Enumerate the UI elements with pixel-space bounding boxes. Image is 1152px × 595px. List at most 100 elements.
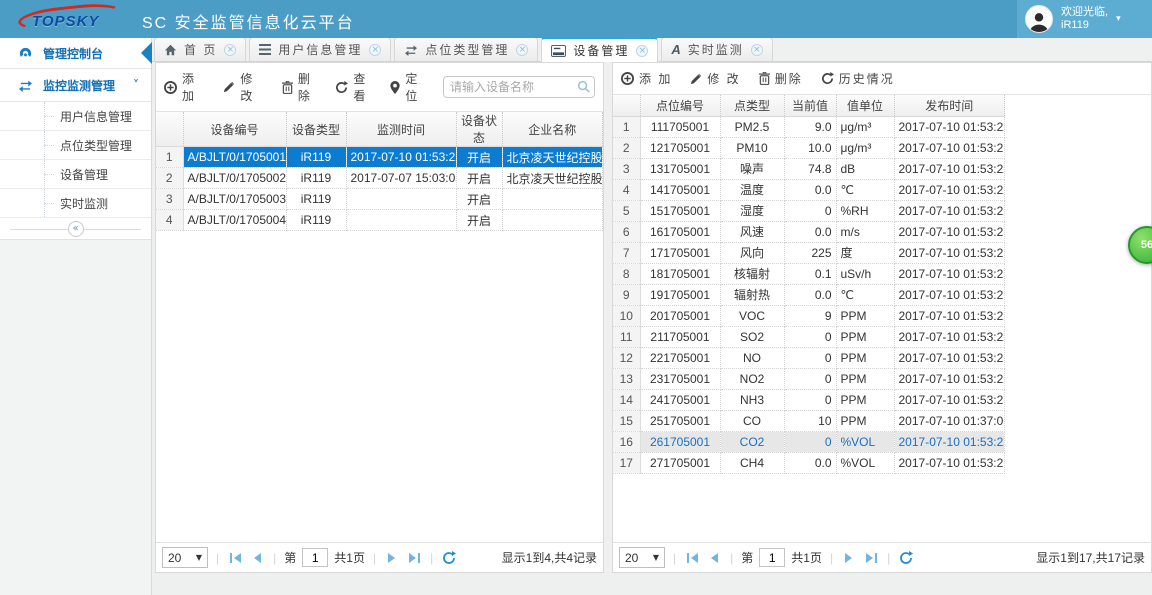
divider: | bbox=[730, 550, 734, 565]
prev-page-button[interactable] bbox=[706, 550, 722, 566]
col-monitor-time[interactable]: 监测时间 bbox=[346, 112, 457, 147]
close-icon[interactable]: × bbox=[636, 44, 649, 57]
page-size-select[interactable]: 20 ▼ bbox=[619, 547, 665, 568]
tab-device-mgmt[interactable]: 设备管理 × bbox=[541, 37, 659, 62]
history-button[interactable]: 历史情况 bbox=[821, 70, 895, 87]
reload-icon[interactable] bbox=[898, 550, 914, 566]
col-company[interactable]: 企业名称 bbox=[502, 112, 603, 147]
unit-cell: ℃ bbox=[836, 284, 895, 306]
point-type-cell: CO bbox=[720, 410, 785, 432]
delete-button[interactable]: 删除 bbox=[281, 70, 317, 104]
close-icon[interactable]: × bbox=[750, 43, 763, 56]
col-unit[interactable]: 值单位 bbox=[836, 95, 895, 117]
point-table-row[interactable]: 17 271705001 CH4 0.0 %VOL 2017-07-10 01:… bbox=[613, 452, 1005, 474]
device-table-row[interactable]: 2 A/BJLT/0/1705002 iR119 2017-07-07 15:0… bbox=[156, 167, 603, 189]
first-page-button[interactable] bbox=[227, 550, 243, 566]
row-number: 11 bbox=[613, 326, 641, 348]
reload-icon[interactable] bbox=[441, 550, 457, 566]
close-icon[interactable]: × bbox=[516, 43, 529, 56]
point-table-area: 点位编号 点类型 当前值 值单位 发布时间 1 111705001 PM2.5 … bbox=[613, 95, 1151, 542]
col-rownum[interactable] bbox=[156, 112, 184, 147]
point-id-cell: 111705001 bbox=[640, 116, 721, 138]
point-table-row[interactable]: 3 131705001 噪声 74.8 dB 2017-07-10 01:53:… bbox=[613, 158, 1005, 180]
publish-time-cell: 2017-07-10 01:53:21 bbox=[894, 221, 1005, 243]
sidebar-item-realtime[interactable]: 实时监测 bbox=[0, 189, 151, 218]
point-table-row[interactable]: 10 201705001 VOC 9 PPM 2017-07-10 01:53:… bbox=[613, 305, 1005, 327]
sidebar-group-monitoring[interactable]: 监控监测管理 ˅ bbox=[0, 69, 151, 102]
page-total-label: 共1页 bbox=[791, 551, 822, 565]
publish-time-cell: 2017-07-10 01:53:22 bbox=[894, 326, 1005, 348]
monitor-time-cell: 2017-07-10 01:53:22 bbox=[346, 146, 457, 168]
col-device-status[interactable]: 设备状态 bbox=[456, 112, 503, 147]
close-icon[interactable]: × bbox=[369, 43, 382, 56]
point-table-row[interactable]: 8 181705001 核辐射 0.1 uSv/h 2017-07-10 01:… bbox=[613, 263, 1005, 285]
page-number-input[interactable] bbox=[302, 548, 329, 567]
point-table-row[interactable]: 11 211705001 SO2 0 PPM 2017-07-10 01:53:… bbox=[613, 326, 1005, 348]
unit-cell: ℃ bbox=[836, 179, 895, 201]
company-cell: 北京凌天世纪控股股份有限公司 bbox=[502, 167, 603, 189]
locate-button[interactable]: 定位 bbox=[390, 70, 425, 104]
device-table-row[interactable]: 4 A/BJLT/0/1705004 iR119 开启 bbox=[156, 209, 603, 231]
edit-button[interactable]: 修 改 bbox=[690, 70, 740, 87]
view-button[interactable]: 查看 bbox=[335, 70, 372, 104]
col-current-value[interactable]: 当前值 bbox=[784, 95, 837, 117]
last-page-button[interactable] bbox=[863, 550, 879, 566]
point-table-row[interactable]: 5 151705001 湿度 0 %RH 2017-07-10 01:53:22 bbox=[613, 200, 1005, 222]
col-rownum[interactable] bbox=[613, 95, 641, 117]
point-table-row[interactable]: 16 261705001 CO2 0 %VOL 2017-07-10 01:53… bbox=[613, 431, 1005, 453]
sidebar-item-console[interactable]: 管理控制台 bbox=[0, 38, 152, 69]
point-type-cell: 核辐射 bbox=[720, 263, 785, 285]
device-table-row[interactable]: 3 A/BJLT/0/1705003 iR119 开启 bbox=[156, 188, 603, 210]
prev-page-button[interactable] bbox=[249, 550, 265, 566]
tab-home[interactable]: 首 页 × bbox=[154, 37, 247, 61]
point-table-row[interactable]: 9 191705001 辐射热 0.0 ℃ 2017-07-10 01:53:2… bbox=[613, 284, 1005, 306]
point-table-row[interactable]: 12 221705001 NO 0 PPM 2017-07-10 01:53:2… bbox=[613, 347, 1005, 369]
tab-user-info[interactable]: 用户信息管理 × bbox=[249, 37, 392, 61]
page-size-select[interactable]: 20 ▼ bbox=[162, 547, 208, 568]
point-toolbar: 添 加 修 改 删除 历史情况 bbox=[613, 63, 1151, 95]
divider: | bbox=[673, 550, 677, 565]
next-page-button[interactable] bbox=[841, 550, 857, 566]
page-number-input[interactable] bbox=[759, 548, 786, 567]
point-table-row[interactable]: 13 231705001 NO2 0 PPM 2017-07-10 01:53:… bbox=[613, 368, 1005, 390]
point-id-cell: 161705001 bbox=[640, 221, 721, 243]
delete-button[interactable]: 删除 bbox=[758, 70, 803, 87]
device-table-row[interactable]: 1 A/BJLT/0/1705001 iR119 2017-07-10 01:5… bbox=[156, 146, 603, 168]
col-device-type[interactable]: 设备类型 bbox=[286, 112, 347, 147]
sidebar-collapse-bar[interactable]: « bbox=[0, 218, 151, 240]
col-device-id[interactable]: 设备编号 bbox=[183, 112, 287, 147]
add-button[interactable]: 添 加 bbox=[621, 70, 672, 87]
col-point-type[interactable]: 点类型 bbox=[720, 95, 785, 117]
search-icon[interactable] bbox=[577, 80, 590, 93]
col-point-id[interactable]: 点位编号 bbox=[640, 95, 721, 117]
add-button[interactable]: 添 加 bbox=[164, 70, 205, 104]
edit-button[interactable]: 修 改 bbox=[223, 70, 264, 104]
point-table-row[interactable]: 1 111705001 PM2.5 9.0 μg/m³ 2017-07-10 0… bbox=[613, 116, 1005, 138]
tab-point-type[interactable]: 点位类型管理 × bbox=[394, 37, 539, 61]
point-table-row[interactable]: 14 241705001 NH3 0 PPM 2017-07-10 01:53:… bbox=[613, 389, 1005, 411]
point-table-row[interactable]: 15 251705001 CO 10 PPM 2017-07-10 01:37:… bbox=[613, 410, 1005, 432]
home-icon bbox=[164, 44, 177, 56]
point-type-cell: NO2 bbox=[720, 368, 785, 390]
first-page-button[interactable] bbox=[684, 550, 700, 566]
point-table-row[interactable]: 2 121705001 PM10 10.0 μg/m³ 2017-07-10 0… bbox=[613, 137, 1005, 159]
sidebar-item-device-mgmt[interactable]: 设备管理 bbox=[0, 160, 151, 189]
user-menu[interactable]: 欢迎光临, iR119 ▾ bbox=[1017, 0, 1152, 38]
collapse-sidebar-icon[interactable]: « bbox=[67, 221, 84, 237]
next-page-button[interactable] bbox=[384, 550, 400, 566]
sidebar-item-point-type[interactable]: 点位类型管理 bbox=[0, 131, 151, 160]
col-publish-time[interactable]: 发布时间 bbox=[894, 95, 1005, 117]
publish-time-cell: 2017-07-10 01:53:22 bbox=[894, 305, 1005, 327]
point-table-row[interactable]: 4 141705001 温度 0.0 ℃ 2017-07-10 01:53:22 bbox=[613, 179, 1005, 201]
point-table-row[interactable]: 7 171705001 风向 225 度 2017-07-10 01:53:21 bbox=[613, 242, 1005, 264]
tab-realtime[interactable]: A 实时监测 × bbox=[661, 37, 773, 61]
last-page-button[interactable] bbox=[406, 550, 422, 566]
device-search-input[interactable] bbox=[443, 76, 595, 98]
sidebar-item-user-info[interactable]: 用户信息管理 bbox=[0, 102, 151, 131]
sidebar-item-label: 点位类型管理 bbox=[60, 138, 133, 153]
close-icon[interactable]: × bbox=[224, 43, 237, 56]
list-icon bbox=[259, 44, 272, 55]
point-table-row[interactable]: 6 161705001 风速 0.0 m/s 2017-07-10 01:53:… bbox=[613, 221, 1005, 243]
current-value-cell: 0 bbox=[784, 431, 837, 453]
point-type-cell: NO bbox=[720, 347, 785, 369]
